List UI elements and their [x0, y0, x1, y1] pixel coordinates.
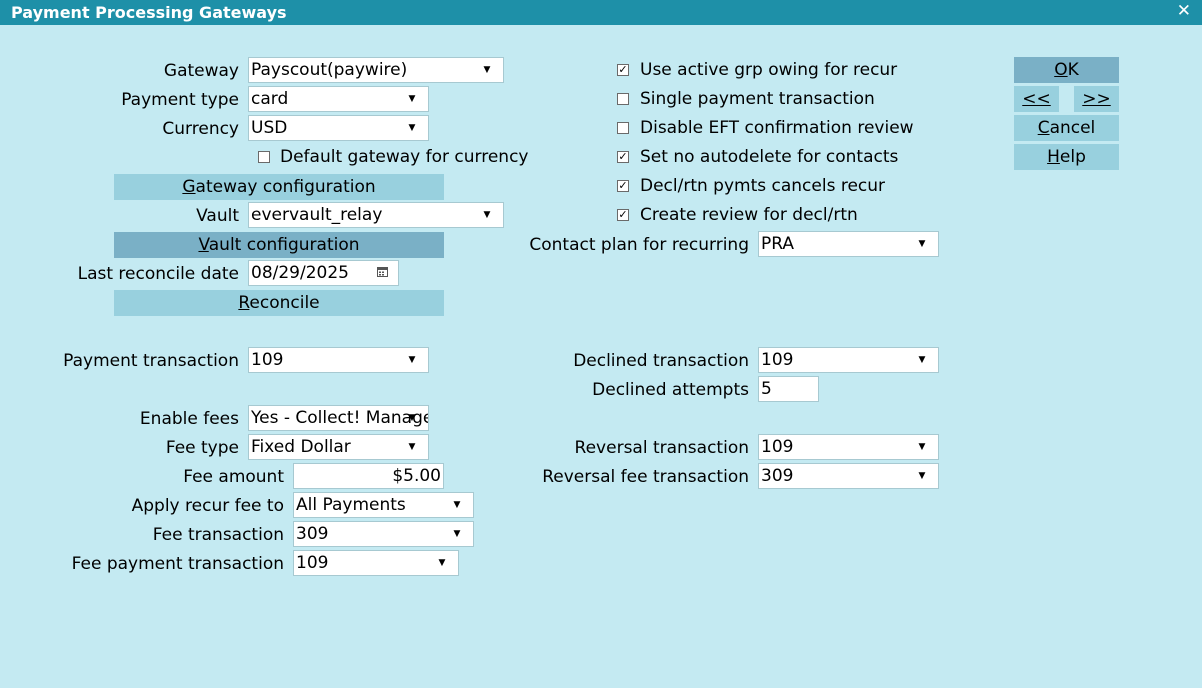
last-reconcile-date-label: Last reconcile date: [77, 264, 239, 284]
chevron-down-icon: ▼: [408, 413, 416, 423]
create-review-decl-rtn-label: Create review for decl/rtn: [640, 205, 858, 225]
close-icon[interactable]: ✕: [1177, 1, 1191, 21]
declined-attempts-input[interactable]: 5: [758, 376, 819, 402]
cancel-button[interactable]: Cancel: [1014, 115, 1119, 141]
last-reconcile-date-input[interactable]: 08/29/2025: [248, 260, 399, 286]
use-active-grp-owing-label: Use active grp owing for recur: [640, 60, 898, 80]
chevron-down-icon: ▼: [408, 355, 416, 365]
chevron-down-icon: ▼: [438, 558, 446, 568]
enable-fees-select[interactable]: Yes - Collect! Manage ▼: [248, 405, 429, 431]
chevron-down-icon: ▼: [918, 239, 926, 249]
disable-eft-confirmation-label: Disable EFT confirmation review: [640, 118, 914, 138]
fee-payment-transaction-select[interactable]: 109 ▼: [293, 550, 459, 576]
reversal-fee-transaction-select[interactable]: 309 ▼: [758, 463, 939, 489]
set-no-autodelete-label: Set no autodelete for contacts: [640, 147, 899, 167]
payment-transaction-label: Payment transaction: [63, 351, 239, 371]
declined-attempts-label: Declined attempts: [592, 380, 749, 400]
next-button[interactable]: >>: [1074, 86, 1119, 112]
vault-configuration-button[interactable]: Vault configuration: [114, 232, 444, 258]
declined-transaction-select[interactable]: 109 ▼: [758, 347, 939, 373]
help-button[interactable]: Help: [1014, 144, 1119, 170]
payment-transaction-select[interactable]: 109 ▼: [248, 347, 429, 373]
fee-transaction-label: Fee transaction: [152, 525, 284, 545]
gateway-configuration-button[interactable]: Gateway configuration: [114, 174, 444, 200]
reversal-fee-transaction-label: Reversal fee transaction: [542, 467, 749, 487]
calendar-icon[interactable]: [377, 266, 388, 277]
gateway-select[interactable]: Payscout(paywire) ▼: [248, 57, 504, 83]
set-no-autodelete-checkbox[interactable]: ✓: [617, 151, 629, 163]
chevron-down-icon: ▼: [918, 471, 926, 481]
enable-fees-label: Enable fees: [139, 409, 239, 429]
chevron-down-icon: ▼: [453, 529, 461, 539]
checkmark-icon: ✓: [618, 179, 628, 192]
contact-plan-select[interactable]: PRA ▼: [758, 231, 939, 257]
checkmark-icon: ✓: [618, 150, 628, 163]
single-payment-transaction-label: Single payment transaction: [640, 89, 875, 109]
title-bar: Payment Processing Gateways ✕: [0, 0, 1202, 25]
use-active-grp-owing-checkbox[interactable]: ✓: [617, 64, 629, 76]
gateway-label: Gateway: [163, 61, 239, 81]
default-gateway-checkbox[interactable]: [258, 151, 270, 163]
previous-button[interactable]: <<: [1014, 86, 1059, 112]
contact-plan-label: Contact plan for recurring: [529, 235, 749, 255]
apply-recur-fee-label: Apply recur fee to: [131, 496, 284, 516]
vault-label: Vault: [196, 206, 239, 226]
chevron-down-icon: ▼: [483, 65, 491, 75]
fee-transaction-select[interactable]: 309 ▼: [293, 521, 474, 547]
decl-rtn-cancels-recur-label: Decl/rtn pymts cancels recur: [640, 176, 886, 196]
chevron-down-icon: ▼: [408, 94, 416, 104]
chevron-down-icon: ▼: [483, 210, 491, 220]
vault-select[interactable]: evervault_relay ▼: [248, 202, 504, 228]
currency-label: Currency: [162, 119, 239, 139]
declined-transaction-label: Declined transaction: [573, 351, 749, 371]
fee-payment-transaction-label: Fee payment transaction: [71, 554, 284, 574]
ok-button[interactable]: OK: [1014, 57, 1119, 83]
fee-type-label: Fee type: [165, 438, 239, 458]
checkmark-icon: ✓: [618, 208, 628, 221]
chevron-down-icon: ▼: [453, 500, 461, 510]
chevron-down-icon: ▼: [408, 442, 416, 452]
chevron-down-icon: ▼: [918, 442, 926, 452]
currency-select[interactable]: USD ▼: [248, 115, 429, 141]
fee-amount-label: Fee amount: [183, 467, 284, 487]
apply-recur-fee-select[interactable]: All Payments ▼: [293, 492, 474, 518]
payment-type-select[interactable]: card ▼: [248, 86, 429, 112]
window-title: Payment Processing Gateways: [11, 3, 287, 22]
disable-eft-confirmation-checkbox[interactable]: [617, 122, 629, 134]
chevron-down-icon: ▼: [408, 123, 416, 133]
payment-type-label: Payment type: [121, 90, 239, 110]
single-payment-transaction-checkbox[interactable]: [617, 93, 629, 105]
fee-type-select[interactable]: Fixed Dollar ▼: [248, 434, 429, 460]
chevron-down-icon: ▼: [918, 355, 926, 365]
checkmark-icon: ✓: [618, 63, 628, 76]
decl-rtn-cancels-recur-checkbox[interactable]: ✓: [617, 180, 629, 192]
reversal-transaction-label: Reversal transaction: [574, 438, 749, 458]
default-gateway-label: Default gateway for currency: [280, 147, 529, 167]
reconcile-button[interactable]: Reconcile: [114, 290, 444, 316]
reversal-transaction-select[interactable]: 109 ▼: [758, 434, 939, 460]
create-review-decl-rtn-checkbox[interactable]: ✓: [617, 209, 629, 221]
fee-amount-input[interactable]: $5.00: [293, 463, 444, 489]
